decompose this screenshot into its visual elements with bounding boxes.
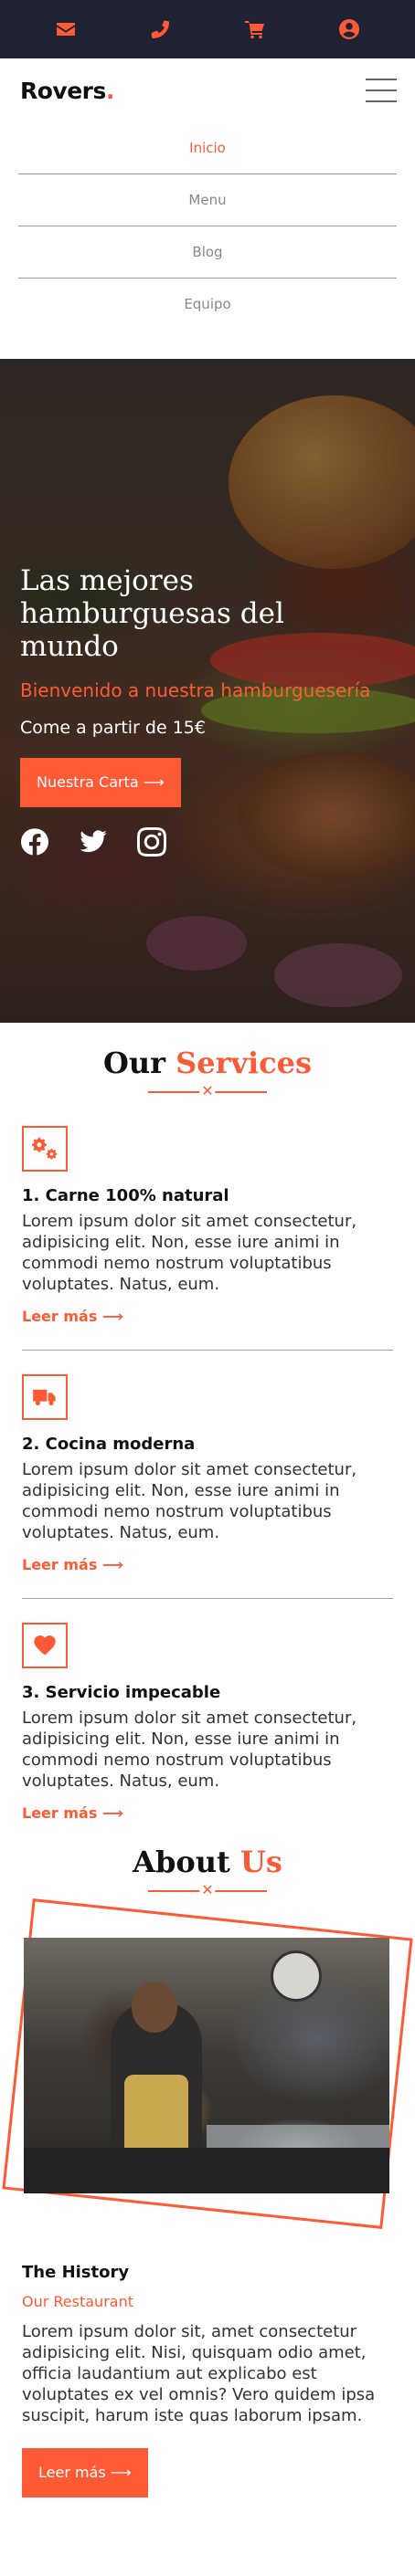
cart-icon[interactable] xyxy=(242,16,268,42)
logo-dot: . xyxy=(105,77,115,104)
hamburger-line xyxy=(366,79,397,80)
hero-price: Come a partir de 15€ xyxy=(20,718,206,738)
service-title: 1. Carne 100% natural xyxy=(22,1186,229,1205)
envelope-icon[interactable] xyxy=(53,16,79,42)
title-divider: ✕ xyxy=(148,1882,267,1898)
restaurant-photo xyxy=(24,1938,389,2193)
about-text: The History Our Restaurant Lorem ipsum d… xyxy=(22,2263,393,2497)
about-title-accent: Us xyxy=(239,1845,282,1879)
truck-icon xyxy=(22,1374,68,1420)
service-text: Lorem ipsum dolor sit amet consectetur, … xyxy=(22,1709,357,1791)
photo-chef-head xyxy=(132,1982,177,2033)
about-title-main: About xyxy=(133,1845,230,1879)
logo-text: Rovers xyxy=(20,77,106,104)
phone-icon[interactable] xyxy=(147,16,173,42)
facebook-icon[interactable] xyxy=(20,827,49,857)
heart-icon xyxy=(22,1623,68,1668)
hamburger-line xyxy=(366,89,397,91)
nav-item-menu[interactable]: Menu xyxy=(18,174,397,226)
gears-icon xyxy=(22,1126,68,1172)
read-more-link[interactable]: Leer más ⟶ xyxy=(22,1308,123,1325)
service-title: 2. Cocina moderna xyxy=(22,1435,196,1454)
hero-section: Las mejores hamburguesas del mundo Bienv… xyxy=(0,359,415,1023)
instagram-icon[interactable] xyxy=(137,827,166,857)
about-section: About Us ✕ The History Our Restaurant Lo… xyxy=(0,1845,415,2497)
hero-subtitle: Bienvenido a nuestra hamburguesería xyxy=(20,679,371,701)
services-title-accent: Services xyxy=(176,1046,313,1080)
top-contact-bar xyxy=(0,0,415,58)
hero-content: Las mejores hamburguesas del mundo Bienv… xyxy=(20,564,386,857)
services-section: Our Services ✕ 1. Carne 100% natural Lor… xyxy=(0,1046,415,1823)
photo-sign xyxy=(271,1950,322,2002)
service-card: 2. Cocina moderna Lorem ipsum dolor sit … xyxy=(22,1374,393,1599)
hamburger-line xyxy=(366,100,397,102)
services-title: Our Services xyxy=(0,1046,415,1080)
user-icon[interactable] xyxy=(336,16,362,42)
service-text: Lorem ipsum dolor sit amet consectetur, … xyxy=(22,1212,357,1294)
nav-item-blog[interactable]: Blog xyxy=(18,226,397,279)
main-nav: Inicio Menu Blog Equipo xyxy=(0,122,415,340)
logo[interactable]: Rovers. xyxy=(20,78,114,104)
read-more-link[interactable]: Leer más ⟶ xyxy=(22,1804,123,1822)
about-heading: The History xyxy=(22,2263,130,2282)
service-card: 3. Servicio impecable Lorem ipsum dolor … xyxy=(22,1623,393,1823)
services-title-main: Our xyxy=(102,1046,165,1080)
nav-item-inicio[interactable]: Inicio xyxy=(18,122,397,174)
twitter-icon[interactable] xyxy=(79,827,108,857)
divider xyxy=(22,1598,393,1599)
service-card: 1. Carne 100% natural Lorem ipsum dolor … xyxy=(22,1126,393,1351)
read-more-link[interactable]: Leer más ⟶ xyxy=(22,1556,123,1573)
hamburger-icon[interactable] xyxy=(366,79,397,102)
service-title: 3. Servicio impecable xyxy=(22,1683,221,1702)
divider xyxy=(22,1350,393,1351)
about-read-more-button[interactable]: Leer más ⟶ xyxy=(22,2448,148,2497)
site-header: Rovers. xyxy=(0,58,415,122)
about-title: About Us xyxy=(0,1845,415,1879)
about-tagline: Our Restaurant xyxy=(22,2293,133,2310)
title-divider: ✕ xyxy=(148,1083,267,1099)
photo-counter xyxy=(24,2148,389,2193)
social-links xyxy=(20,827,386,857)
about-paragraph: Lorem ipsum dolor sit, amet consectetur … xyxy=(22,2322,376,2425)
nav-item-equipo[interactable]: Equipo xyxy=(18,279,397,331)
menu-cta-button[interactable]: Nuestra Carta ⟶ xyxy=(20,758,181,807)
service-text: Lorem ipsum dolor sit amet consectetur, … xyxy=(22,1460,357,1542)
hero-title: Las mejores hamburguesas del mundo xyxy=(20,564,284,663)
about-image-block xyxy=(0,1898,415,2229)
